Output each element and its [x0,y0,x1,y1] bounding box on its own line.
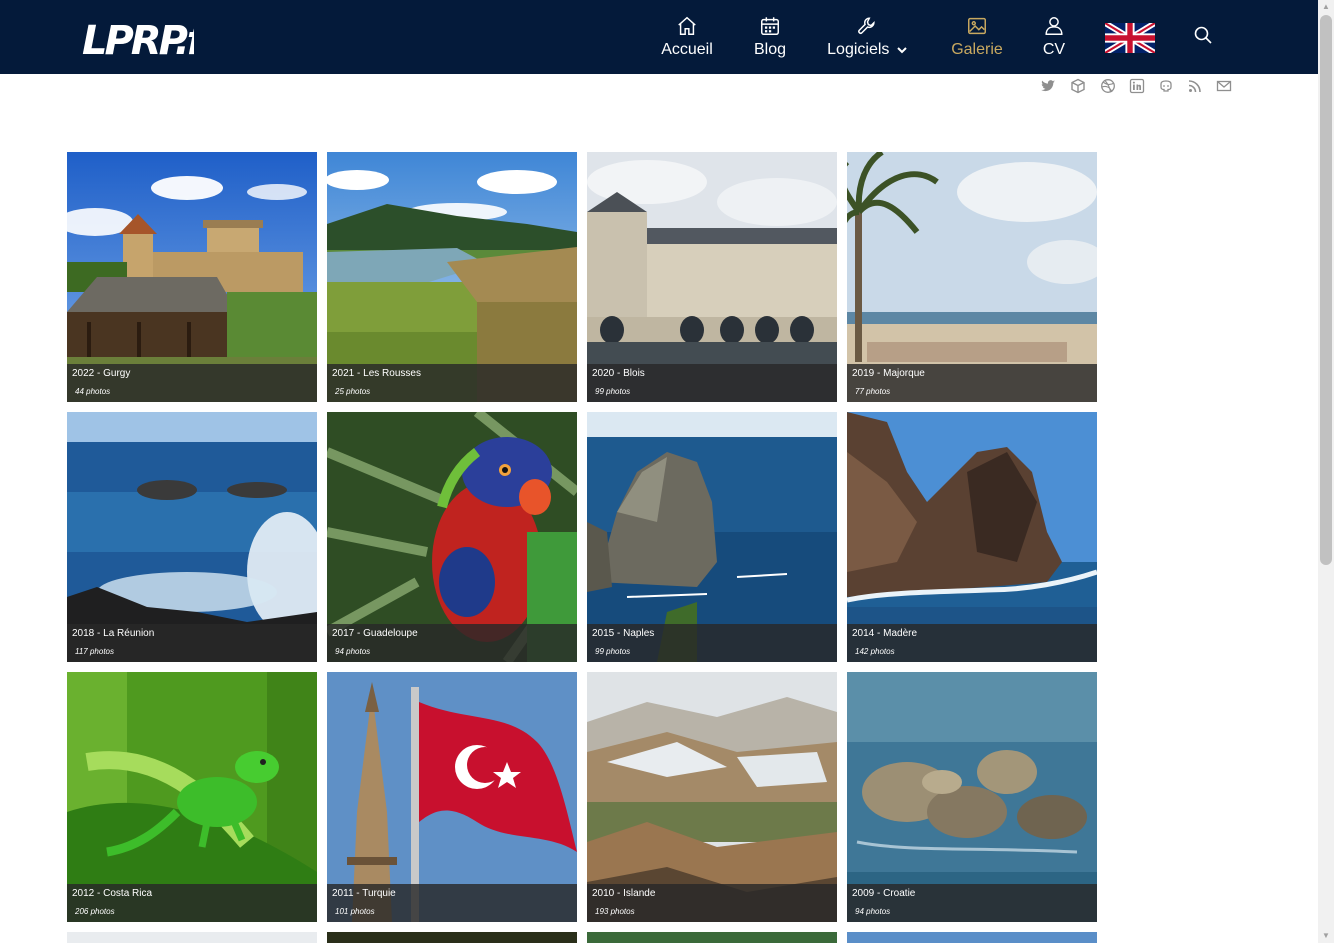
album-photo-count: 101 photos [335,907,375,916]
home-icon [676,15,698,37]
album-title: 2014 - Madère [852,628,918,639]
album-title: 2021 - Les Rousses [332,368,421,379]
search-icon[interactable] [1193,25,1213,45]
album-tile-partial[interactable] [847,932,1097,943]
album-photo-count: 206 photos [75,907,115,916]
uk-flag-icon[interactable] [1105,23,1155,53]
album-tile-costa-rica[interactable]: 2012 - Costa Rica 206 photos [67,672,317,922]
album-title: 2010 - Islande [592,888,656,899]
album-tile-naples[interactable]: 2015 - Naples 99 photos [587,412,837,662]
album-photo-count: 193 photos [595,907,635,916]
nav-cv[interactable]: CV [1041,0,1067,74]
album-tile-la-reunion[interactable]: 2018 - La Réunion 117 photos [67,412,317,662]
album-title: 2015 - Naples [592,628,655,639]
album-tile-partial[interactable] [327,932,577,943]
album-photo-count: 77 photos [855,387,891,396]
album-photo-count: 99 photos [595,647,631,656]
rss-icon[interactable] [1187,78,1203,94]
album-title: 2012 - Costa Rica [72,888,153,899]
cube-icon[interactable] [1070,78,1086,94]
user-icon [1043,15,1065,37]
album-photo-count: 99 photos [595,387,631,396]
mail-icon[interactable] [1216,78,1232,94]
site-logo[interactable]: LPRP.fr [82,12,194,62]
nav-galerie-label: Galerie [951,41,1003,58]
album-tile-gurgy[interactable]: 2022 - Gurgy 44 photos [67,152,317,402]
album-tile-croatie[interactable]: 2009 - Croatie 94 photos [847,672,1097,922]
album-tile-turquie[interactable]: 2011 - Turquie 101 photos [327,672,577,922]
album-tile-madere[interactable]: 2014 - Madère 142 photos [847,412,1097,662]
album-tile-partial[interactable] [67,932,317,943]
chevron-down-icon [897,47,907,54]
album-title: 2018 - La Réunion [72,628,155,639]
scroll-up-arrow[interactable]: ▲ [1321,2,1331,12]
page: LPRP.fr Accueil Blog Logiciels [0,0,1334,943]
svg-text:LPRP.fr: LPRP.fr [82,18,194,62]
dribbble-icon[interactable] [1100,78,1116,94]
album-photo-count: 25 photos [335,387,371,396]
nav-blog-label: Blog [753,41,787,58]
album-tile-partial[interactable] [587,932,837,943]
nav-galerie[interactable]: Galerie [950,0,1004,74]
album-title: 2011 - Turquie [332,888,396,899]
album-tile-guadeloupe[interactable]: 2017 - Guadeloupe 94 photos [327,412,577,662]
image-icon [966,15,988,37]
nav-logiciels-label: Logiciels [827,41,890,58]
album-photo-count: 117 photos [75,647,114,656]
album-title: 2017 - Guadeloupe [332,628,418,639]
album-tile-blois[interactable]: 2020 - Blois 99 photos [587,152,837,402]
album-photo-count: 94 photos [335,647,371,656]
album-tile-islande[interactable]: 2010 - Islande 193 photos [587,672,837,922]
calendar-icon [759,15,781,37]
linkedin-icon[interactable] [1129,78,1145,94]
album-tile-majorque[interactable]: 2019 - Majorque 77 photos [847,152,1097,402]
album-title: 2022 - Gurgy [72,368,131,379]
album-tile-les-rousses[interactable]: 2021 - Les Rousses 25 photos [327,152,577,402]
scrollbar-thumb[interactable] [1320,15,1332,565]
top-navbar: LPRP.fr Accueil Blog Logiciels [0,0,1318,74]
album-title: 2020 - Blois [592,368,645,379]
twitter-icon[interactable] [1040,78,1056,94]
nav-blog[interactable]: Blog [753,0,787,74]
github-icon[interactable] [1158,78,1174,94]
album-title: 2009 - Croatie [852,888,916,899]
nav-accueil-label: Accueil [661,41,713,58]
album-photo-count: 142 photos [855,647,895,656]
album-photo-count: 44 photos [75,387,111,396]
album-photo-count: 94 photos [855,907,891,916]
nav-logiciels[interactable]: Logiciels [826,0,908,74]
album-title: 2019 - Majorque [852,368,925,379]
nav-cv-label: CV [1042,41,1066,58]
scroll-down-arrow[interactable]: ▼ [1321,931,1331,941]
nav-accueil[interactable]: Accueil [661,0,713,74]
wrench-icon [856,15,878,37]
